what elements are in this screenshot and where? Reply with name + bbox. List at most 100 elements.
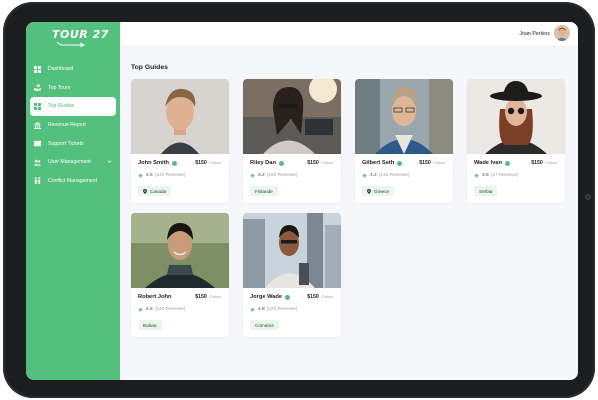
location-pin-icon <box>367 188 371 194</box>
tablet-frame: TOUR 27 Dashboard Top Tours Top Guides R… <box>3 2 595 398</box>
verified-icon <box>504 160 510 166</box>
avatar-photo <box>554 25 570 41</box>
price-unit: /Tickets <box>320 161 333 165</box>
guide-photo-image <box>243 213 341 288</box>
guide-name: John Smith <box>138 160 177 166</box>
review-count: (220 Reviews) <box>266 307 298 312</box>
verified-icon <box>171 160 177 166</box>
grid-icon <box>34 65 41 73</box>
location-pin-icon <box>143 188 147 194</box>
guide-card-gilbert-seth[interactable]: Gilbert Seth $150/Tickets 4.2 (145 Revie… <box>355 79 453 203</box>
country-label: Finlande <box>255 188 273 194</box>
star-icon <box>250 307 255 312</box>
guide-price: $150/Tickets <box>195 294 221 300</box>
ticket-icon <box>34 141 41 147</box>
review-count: (240 Reviews) <box>154 173 186 178</box>
logo-arrow-icon <box>56 41 86 47</box>
sidebar-item-label: Dashboard <box>48 66 74 73</box>
country-badge: Bolivia <box>138 320 162 330</box>
country-badge: Greece <box>362 186 395 196</box>
sidebar-item-label: Top Tours <box>48 84 71 91</box>
guide-name: Gilbert Seth <box>362 160 403 166</box>
guide-name-text: Wade Ivan <box>474 160 502 166</box>
country-label: Bolivia <box>143 322 157 328</box>
guide-rating: 4.5 (240 Reviews) <box>138 173 185 178</box>
country-label: Canada <box>150 188 167 194</box>
guide-name-text: John Smith <box>138 160 169 166</box>
sidebar-item-label: Revenue Report <box>48 122 86 129</box>
sidebar-item-label: Conflict Management <box>48 177 98 184</box>
guide-card-wade-ivan[interactable]: Wade Ivan $150/Tickets 3.5 (27 Reviews) … <box>467 79 565 203</box>
guide-price: $150/Tickets <box>419 160 445 166</box>
rating-value: 4.5 <box>146 173 153 178</box>
chevron-down-icon[interactable] <box>107 159 112 164</box>
verified-icon <box>285 294 291 300</box>
price-unit: /Tickets <box>432 161 445 165</box>
star-icon <box>362 173 367 178</box>
country-badge: Canada <box>138 186 172 196</box>
sidebar-item-support-tickets[interactable]: Support Tickets <box>26 134 120 153</box>
guide-rating: 4.8 (220 Reviews) <box>250 307 297 312</box>
guide-photo-image <box>467 79 565 154</box>
avatar[interactable] <box>554 25 570 41</box>
page-title: Top Guides <box>131 64 168 71</box>
guide-price: $150/Tickets <box>195 160 221 166</box>
guide-photo-image <box>131 213 229 288</box>
sidebar-item-conflict-management[interactable]: Conflict Management <box>26 172 120 191</box>
guide-card-robert-john[interactable]: Robert John $150/Tickets 4.6 (140 Review… <box>131 213 229 337</box>
review-count: (145 Reviews) <box>378 173 410 178</box>
guide-name: Jorge Wade <box>250 294 291 300</box>
guide-name: Riley Dan <box>250 160 284 166</box>
guide-name-text: Gilbert Seth <box>362 160 395 166</box>
verified-icon <box>397 160 403 166</box>
guide-price: $150/Tickets <box>531 160 557 166</box>
guide-rating: 4.2 (145 Reviews) <box>362 173 409 178</box>
price-unit: /Tickets <box>208 161 221 165</box>
guide-name-text: Jorge Wade <box>250 294 283 300</box>
country-label: Serbia <box>479 188 493 194</box>
rating-value: 4.6 <box>146 307 153 312</box>
guide-price: $150/Tickets <box>307 160 333 166</box>
price-value: $150 <box>195 294 207 300</box>
country-badge: Comoros <box>250 320 279 330</box>
guide-photo-image <box>355 79 453 154</box>
sidebar-item-dashboard[interactable]: Dashboard <box>26 60 120 79</box>
star-icon <box>250 173 255 178</box>
guide-card-jorge-wade[interactable]: Jorge Wade $150/Tickets 4.8 (220 Reviews… <box>243 213 341 337</box>
rating-value: 3.2 <box>258 173 265 178</box>
country-label: Greece <box>374 188 390 194</box>
users-icon <box>34 159 41 166</box>
guide-rating: 4.6 (140 Reviews) <box>138 307 185 312</box>
bank-icon <box>34 121 41 129</box>
app-screen: TOUR 27 Dashboard Top Tours Top Guides R… <box>26 22 578 380</box>
rating-value: 4.2 <box>370 173 377 178</box>
price-value: $150 <box>531 160 543 166</box>
country-badge: Finlande <box>250 186 278 196</box>
price-value: $150 <box>307 160 319 166</box>
guide-name-text: Riley Dan <box>250 160 276 166</box>
grid-icon <box>34 102 41 110</box>
sidebar-item-label: User Management <box>48 159 91 166</box>
review-count: (27 Reviews) <box>490 173 519 178</box>
sidebar-item-revenue-report[interactable]: Revenue Report <box>26 116 120 135</box>
star-icon <box>138 307 143 312</box>
sidebar-item-top-guides[interactable]: Top Guides <box>30 97 116 116</box>
guide-photo-image <box>243 79 341 154</box>
guide-photo <box>131 213 229 288</box>
sidebar-item-top-tours[interactable]: Top Tours <box>26 79 120 98</box>
price-value: $150 <box>307 294 319 300</box>
user-name[interactable]: Joan Perkins <box>519 31 550 37</box>
logo[interactable]: TOUR 27 <box>52 28 109 41</box>
guide-card-riley-dan[interactable]: Riley Dan $150/Tickets 3.2 (100 Reviews)… <box>243 79 341 203</box>
guide-card-john-smith[interactable]: John Smith $150/Tickets 4.5 (240 Reviews… <box>131 79 229 203</box>
sidebar-item-user-management[interactable]: User Management <box>26 153 120 172</box>
review-count: (140 Reviews) <box>154 307 186 312</box>
guide-name-text: Robert John <box>138 294 172 300</box>
guide-photo <box>243 79 341 154</box>
guide-photo <box>131 79 229 154</box>
review-count: (100 Reviews) <box>266 173 298 178</box>
star-icon <box>138 173 143 178</box>
price-unit: /Tickets <box>320 295 333 299</box>
sidebar: TOUR 27 Dashboard Top Tours Top Guides R… <box>26 22 120 380</box>
sidebar-nav: Dashboard Top Tours Top Guides Revenue R… <box>26 60 120 190</box>
